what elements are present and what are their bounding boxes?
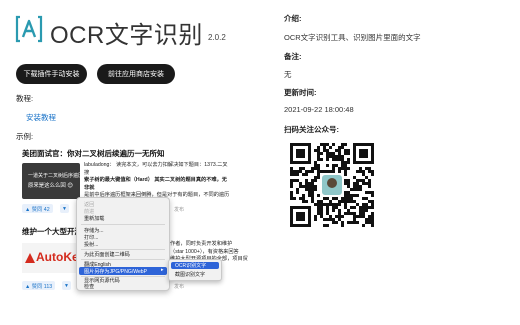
card1-line: labuladong： 读完本文，可以去力扣解决如下题目：1373.二叉搜 <box>84 162 228 176</box>
intro-label: 介绍: <box>284 14 302 23</box>
menu-separator <box>81 224 165 225</box>
menu-separator <box>81 259 165 260</box>
updated-time: 2021-09-22 18:00:48 <box>284 105 354 114</box>
app-version: 2.0.2 <box>208 33 226 42</box>
card1-meta: 发布 <box>174 207 185 213</box>
card1-thumbnail[interactable]: 一道关于二叉树后序遍历的 原来是这么么回 😊 <box>22 163 88 199</box>
submenu-item-screenshot-ocr[interactable]: 截图识别文字 <box>175 271 205 278</box>
card2-upvote-button[interactable]: ▲ 赞同 113 <box>22 281 56 290</box>
menu-item-reload[interactable]: 重新加载 <box>84 215 104 222</box>
qr-code <box>290 143 374 227</box>
menu-item-back[interactable]: 返回 <box>84 201 94 208</box>
card2-downvote-button[interactable]: ▼ <box>62 281 71 290</box>
card1-line: 索子树的最大键值和（Hard） 其实二叉树的题目真的不难，无非就 <box>84 177 227 191</box>
menu-item-save-image[interactable]: 图片另存为JPG/PNG/WebP <box>84 268 147 275</box>
menu-item-create-qr[interactable]: 为此页面创建二维码 <box>84 251 130 258</box>
tutorial-label: 教程: <box>16 94 34 103</box>
examples-label: 示例: <box>16 132 34 141</box>
store-install-button[interactable]: 前往应用商店安装 <box>97 64 175 84</box>
card1-downvote-button[interactable]: ▼ <box>60 204 69 213</box>
menu-separator <box>81 249 165 250</box>
context-menu: 返回 前进 重新加载 存储为... 打印... 投射... 为此页面创建二维码 … <box>76 197 170 291</box>
qr-label: 扫码关注公众号: <box>284 125 339 134</box>
logo-icon <box>15 15 43 43</box>
submenu-item-ocr[interactable]: OCR识别文字 <box>175 262 206 269</box>
menu-item-save-as[interactable]: 存储为... <box>84 227 104 234</box>
card1-title[interactable]: 美团面试官：你对二叉树后续遍历一无所知 <box>22 148 165 159</box>
download-manual-button[interactable]: 下载插件手动安装 <box>16 64 87 84</box>
updated-label: 更新时间: <box>284 88 317 97</box>
menu-item-cast[interactable]: 投射... <box>84 241 98 248</box>
menu-item-inspect[interactable]: 检查 <box>84 283 94 290</box>
autokey-logo-icon <box>25 253 35 263</box>
tutorial-link[interactable]: 安装教程 <box>26 112 56 123</box>
card1-thumb-text-2: 原来是这么么回 😊 <box>28 183 73 189</box>
note-label: 备注: <box>284 52 302 61</box>
note-text: 无 <box>284 70 292 79</box>
context-submenu: OCR识别文字 截图识别文字 <box>168 259 222 281</box>
card2-thumbnail[interactable]: AutoKe <box>22 243 78 273</box>
card1-thumb-text-1: 一道关于二叉树后序遍历的 <box>28 173 89 179</box>
submenu-arrow-icon: ▸ <box>161 267 164 273</box>
app-title: OCR文字识别 <box>50 22 203 49</box>
menu-item-forward[interactable]: 前进 <box>84 208 94 215</box>
card2-logo-text: AutoKe <box>36 250 78 264</box>
menu-item-print[interactable]: 打印... <box>84 234 98 241</box>
card1-upvote-button[interactable]: ▲ 赞同 42 <box>22 204 53 213</box>
card2-line: 作者，同时负责开发和维护 <box>170 241 233 247</box>
card2-meta: 发布 <box>174 284 185 290</box>
intro-text: OCR文字识别工具、识别图片里面的文字 <box>284 33 421 42</box>
